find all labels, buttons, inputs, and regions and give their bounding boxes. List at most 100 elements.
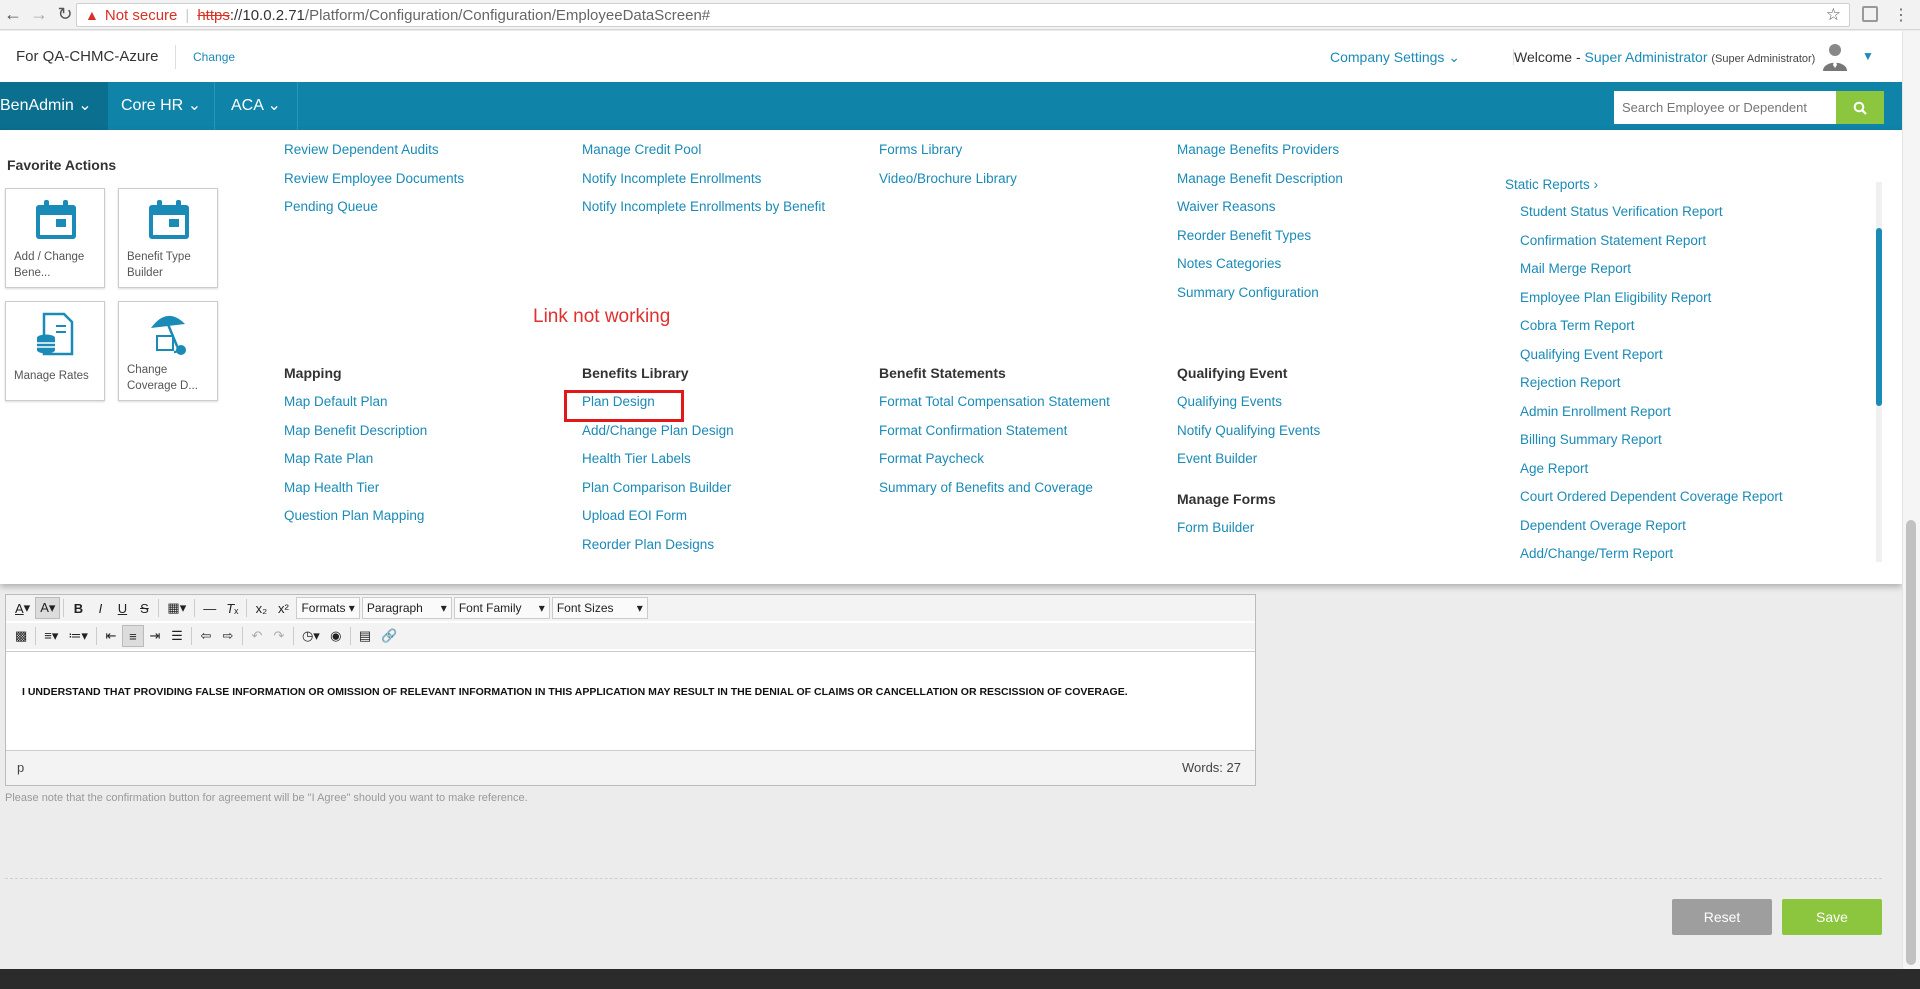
menu-link[interactable]: Map Health Tier xyxy=(284,474,427,503)
superscript-icon[interactable]: x² xyxy=(272,597,294,619)
menu-link[interactable]: Map Default Plan xyxy=(284,388,427,417)
menu-link[interactable]: Upload EOI Form xyxy=(582,502,734,531)
align-center-icon[interactable]: ≡ xyxy=(121,625,144,647)
report-link[interactable]: Confirmation Statement Report xyxy=(1520,227,1783,256)
table-icon[interactable]: ▦▾ xyxy=(162,597,191,619)
clear-formatting-icon[interactable]: Tₓ xyxy=(221,597,243,619)
align-left-icon[interactable]: ⇤ xyxy=(100,625,122,647)
report-link[interactable]: Court Ordered Dependent Coverage Report xyxy=(1520,483,1783,512)
formats-dropdown[interactable]: Formats ▾ xyxy=(296,597,360,619)
menu-link[interactable]: Format Confirmation Statement xyxy=(879,417,1110,446)
search-employee-input[interactable] xyxy=(1614,91,1836,124)
menu-link[interactable]: Waiver Reasons xyxy=(1177,193,1343,222)
report-link[interactable]: Mail Merge Report xyxy=(1520,255,1783,284)
menu-link[interactable]: Question Plan Mapping xyxy=(284,502,427,531)
address-bar[interactable]: ▲ Not secure | https://10.0.2.71/Platfor… xyxy=(76,3,1850,27)
preview-icon[interactable]: ◉ xyxy=(325,625,347,647)
numbered-list-icon[interactable]: ≔▾ xyxy=(63,625,93,647)
report-link[interactable]: Add/Change/Term Report xyxy=(1520,540,1783,569)
user-name[interactable]: Super Administrator xyxy=(1585,49,1708,65)
menu-scrollbar-thumb[interactable] xyxy=(1876,228,1882,406)
nav-aca[interactable]: ACA ⌄ xyxy=(214,82,298,130)
reload-icon[interactable]: ↻ xyxy=(52,4,78,25)
page-scrollbar-thumb[interactable] xyxy=(1906,520,1916,965)
browser-menu-icon[interactable]: ⋮ xyxy=(1893,5,1909,25)
fav-tile-change-coverage[interactable]: Change Coverage D... xyxy=(118,301,218,401)
report-link[interactable]: Dependent Overage Report xyxy=(1520,512,1783,541)
indent-icon[interactable]: ⇨ xyxy=(217,625,239,647)
menu-link[interactable]: Notes Categories xyxy=(1177,250,1343,279)
fav-tile-add-change-benefit[interactable]: Add / Change Bene... xyxy=(5,188,105,288)
menu-link[interactable]: Plan Comparison Builder xyxy=(582,474,734,503)
text-color-icon[interactable]: A ▾ xyxy=(10,597,35,619)
justify-icon[interactable]: ☰ xyxy=(166,625,188,647)
menu-link[interactable]: Notify Incomplete Enrollments xyxy=(582,165,825,194)
report-link[interactable]: Cobra Term Report xyxy=(1520,312,1783,341)
change-client-link[interactable]: Change xyxy=(175,45,235,69)
report-link[interactable]: Student Status Verification Report xyxy=(1520,198,1783,227)
company-settings-menu[interactable]: Company Settings ⌄ xyxy=(1330,49,1460,66)
bullet-list-icon[interactable]: ≡▾ xyxy=(39,625,63,647)
report-link[interactable]: Qualifying Event Report xyxy=(1520,341,1783,370)
link-icon[interactable]: 🔗 xyxy=(376,625,402,647)
menu-link[interactable]: Form Builder xyxy=(1177,514,1320,543)
editor-content[interactable]: I UNDERSTAND THAT PROVIDING FALSE INFORM… xyxy=(6,651,1255,751)
undo-icon[interactable]: ↶ xyxy=(246,625,268,647)
strikethrough-icon[interactable]: S xyxy=(133,597,155,619)
page-break-icon[interactable]: ▤ xyxy=(354,625,376,647)
menu-link[interactable]: Format Paycheck xyxy=(879,445,1110,474)
back-icon[interactable]: ← xyxy=(0,4,26,25)
menu-link[interactable]: Manage Benefits Providers xyxy=(1177,136,1343,165)
menu-link[interactable]: Map Benefit Description xyxy=(284,417,427,446)
menu-link[interactable]: Manage Benefit Description xyxy=(1177,165,1343,194)
forward-icon[interactable]: → xyxy=(26,4,52,25)
bold-icon[interactable]: B xyxy=(67,597,89,619)
menu-link[interactable]: Video/Brochure Library xyxy=(879,165,1017,194)
background-color-icon[interactable]: A▾ xyxy=(35,597,61,619)
report-link[interactable]: Billing Summary Report xyxy=(1520,426,1783,455)
menu-link[interactable]: Reorder Benefit Types xyxy=(1177,222,1343,251)
search-button[interactable] xyxy=(1836,91,1884,124)
report-link[interactable]: Employee Plan Eligibility Report xyxy=(1520,284,1783,313)
menu-link[interactable]: Pending Queue xyxy=(284,193,464,222)
menu-link[interactable]: Event Builder xyxy=(1177,445,1320,474)
menu-link[interactable]: Manage Credit Pool xyxy=(582,136,825,165)
menu-link[interactable]: Qualifying Events xyxy=(1177,388,1320,417)
menu-link[interactable]: Map Rate Plan xyxy=(284,445,427,474)
menu-link[interactable]: Review Employee Documents xyxy=(284,165,464,194)
insert-time-icon[interactable]: ◷▾ xyxy=(297,625,325,647)
menu-link[interactable]: Notify Qualifying Events xyxy=(1177,417,1320,446)
report-link[interactable]: Admin Enrollment Report xyxy=(1520,398,1783,427)
align-right-icon[interactable]: ⇥ xyxy=(144,625,166,647)
report-link[interactable]: Age Report xyxy=(1520,455,1783,484)
fav-tile-benefit-type-builder[interactable]: Benefit Type Builder xyxy=(118,188,218,288)
nav-benadmin[interactable]: BenAdmin ⌄ xyxy=(0,82,108,130)
font-family-dropdown[interactable]: Font Family ▾ xyxy=(453,597,550,619)
paragraph-dropdown[interactable]: Paragraph ▾ xyxy=(361,597,452,619)
static-reports-heading[interactable]: Static Reports › xyxy=(1505,172,1783,198)
menu-link[interactable]: Notify Incomplete Enrollments by Benefit xyxy=(582,193,825,222)
bookmark-star-icon[interactable]: ☆ xyxy=(1826,5,1841,25)
extension-icon[interactable] xyxy=(1862,6,1878,22)
menu-link[interactable]: Format Total Compensation Statement xyxy=(879,388,1110,417)
user-menu-caret-icon[interactable]: ▼ xyxy=(1862,49,1874,63)
fav-tile-manage-rates[interactable]: Manage Rates xyxy=(5,301,105,401)
menu-link[interactable]: Reorder Plan Designs xyxy=(582,531,734,560)
menu-link[interactable]: Summary Configuration xyxy=(1177,279,1343,308)
font-sizes-dropdown[interactable]: Font Sizes ▾ xyxy=(551,597,648,619)
reset-button[interactable]: Reset xyxy=(1672,899,1772,935)
redo-icon[interactable]: ↷ xyxy=(268,625,290,647)
subscript-icon[interactable]: x₂ xyxy=(250,597,272,619)
avatar-icon[interactable] xyxy=(1820,41,1850,71)
italic-icon[interactable]: I xyxy=(89,597,111,619)
find-replace-icon[interactable]: ▩ xyxy=(10,625,32,647)
save-button[interactable]: Save xyxy=(1782,899,1882,935)
menu-link[interactable]: Forms Library xyxy=(879,136,1017,165)
horizontal-rule-icon[interactable]: — xyxy=(198,597,221,619)
outdent-icon[interactable]: ⇦ xyxy=(195,625,217,647)
menu-link[interactable]: Summary of Benefits and Coverage xyxy=(879,474,1110,503)
nav-corehr[interactable]: Core HR ⌄ xyxy=(105,82,217,130)
report-link[interactable]: Rejection Report xyxy=(1520,369,1783,398)
menu-link[interactable]: Review Dependent Audits xyxy=(284,136,464,165)
menu-link[interactable]: Health Tier Labels xyxy=(582,445,734,474)
